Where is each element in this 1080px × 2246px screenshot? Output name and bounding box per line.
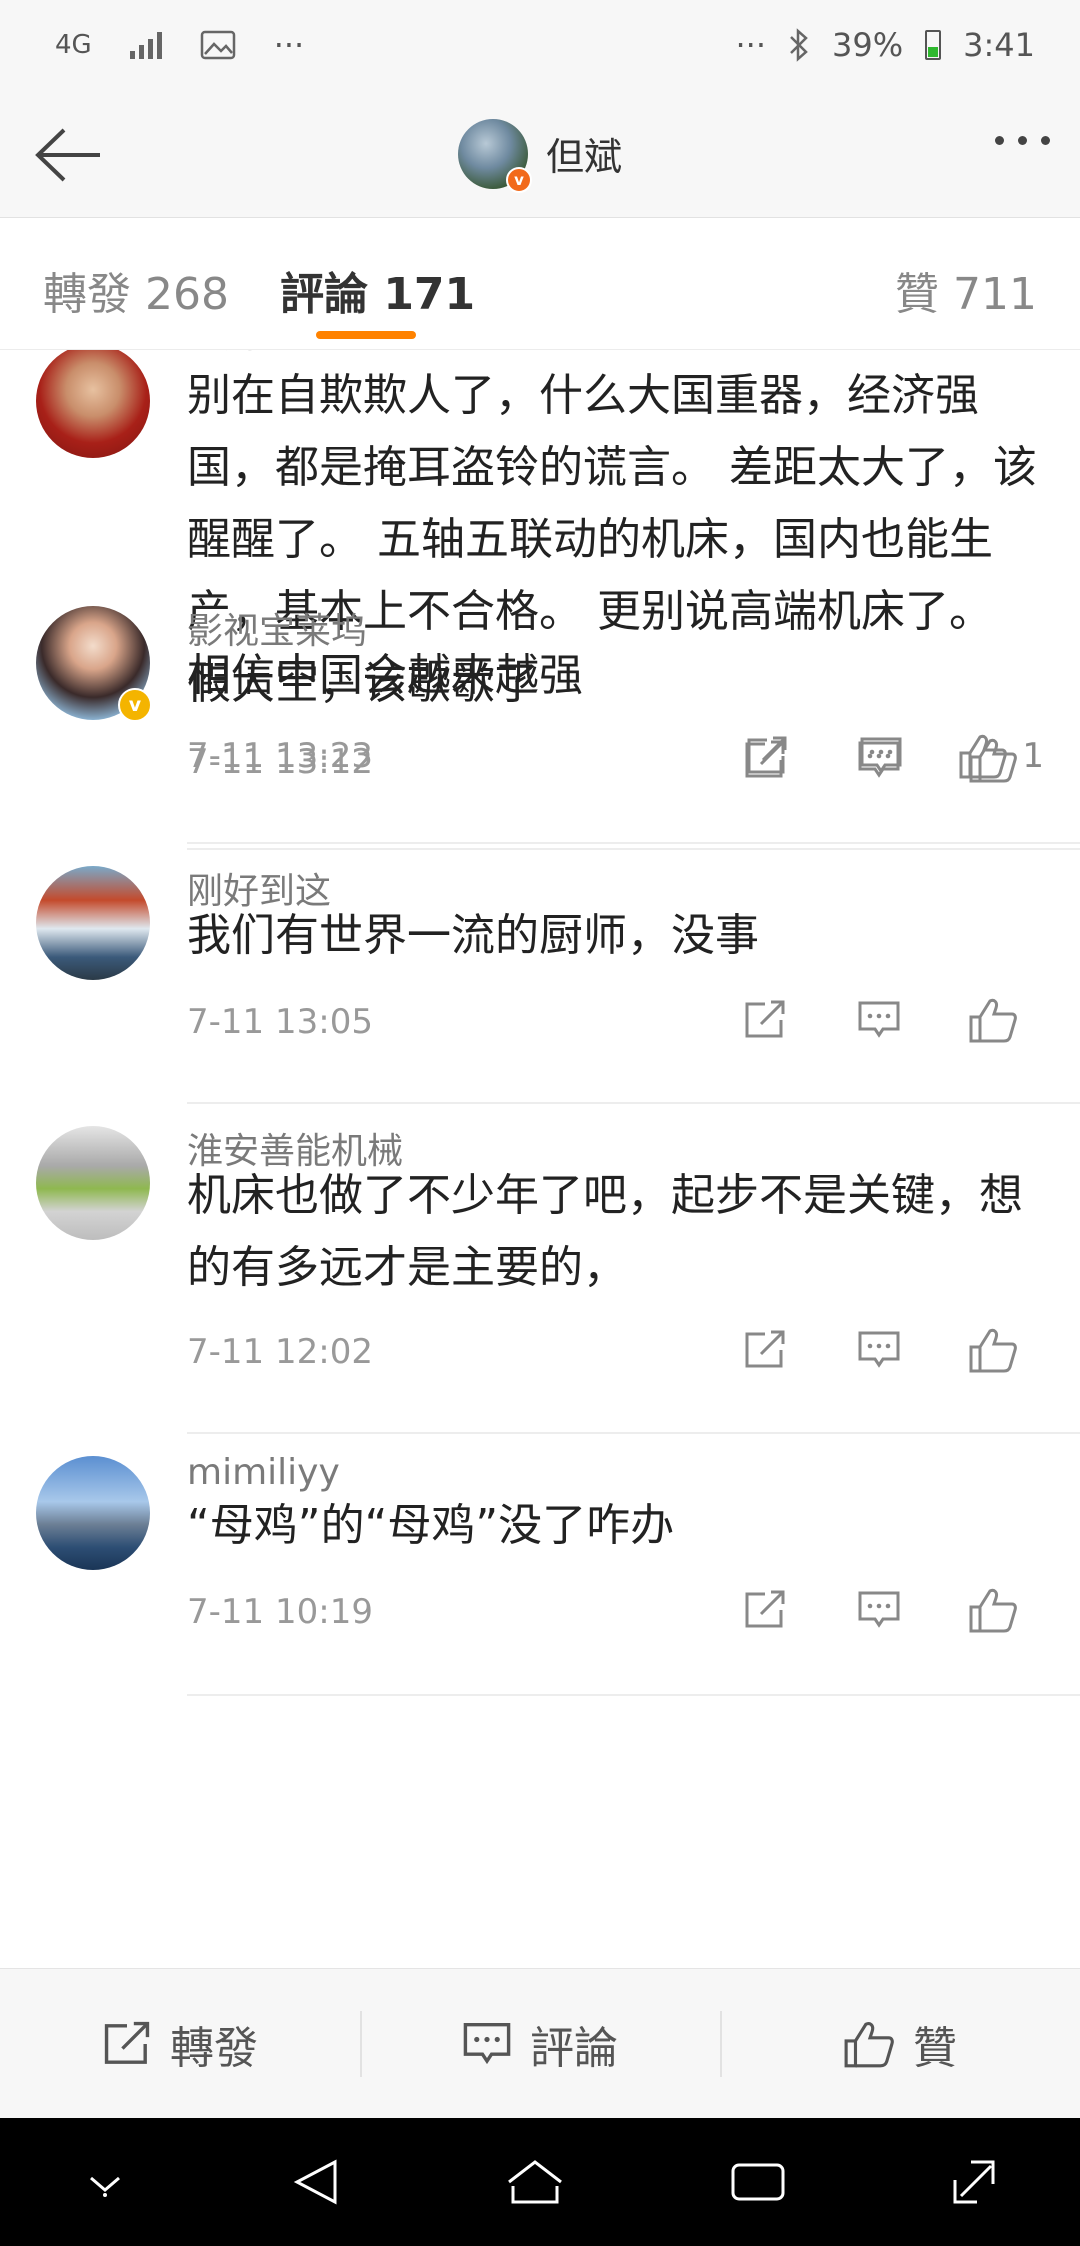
thumbs-up-icon: [844, 2021, 894, 2067]
like-button[interactable]: [936, 1580, 1050, 1640]
comment-text: 相信中国会越来越强: [187, 650, 583, 701]
thumbs-up-icon: [969, 1588, 1017, 1633]
active-tab-indicator: [316, 331, 416, 339]
nav-bar: v 但斌: [0, 90, 1080, 218]
comment-button[interactable]: 評論: [360, 1969, 720, 2118]
comment-text: 机床也做了不少年了吧，起步不是关键，想的有多远才是主要的，: [187, 1170, 1023, 1293]
like-button[interactable]: [936, 730, 1050, 790]
home-icon[interactable]: [503, 2156, 567, 2208]
page-title: 但斌: [545, 135, 622, 179]
status-bar: 4G ··· ··· 39% 3:41: [0, 0, 1080, 90]
comment-icon: [858, 1591, 900, 1628]
tab-like[interactable]: 贊 711: [895, 258, 1037, 322]
recent-apps-icon[interactable]: [729, 2159, 787, 2205]
back-icon[interactable]: [291, 2156, 341, 2208]
back-arrow-icon: [35, 128, 100, 182]
avatar[interactable]: v: [36, 606, 152, 722]
more-status-indicator: ···: [735, 26, 767, 64]
comment-actions: [708, 990, 1050, 1050]
list-item: 淮安善能机械 机床也做了不少年了吧，起步不是关键，想的有多远才是主要的， 7-1…: [0, 1104, 1080, 1434]
comment-time: 7-11 12:02: [187, 1332, 373, 1372]
more-options-button[interactable]: [995, 136, 1050, 145]
share-icon: [745, 1590, 785, 1628]
comment-icon: [858, 1331, 900, 1368]
nav-profile[interactable]: v 但斌: [457, 118, 622, 193]
comment-actions: [708, 1320, 1050, 1380]
comment-text: 我们有世界一流的厨师，没事: [187, 910, 759, 961]
comment-icon: [858, 1001, 900, 1038]
repost-button[interactable]: 轉發: [0, 1969, 360, 2118]
system-navigation-bar: [0, 2118, 1080, 2246]
image-notification-icon: [200, 30, 236, 60]
share-icon: [745, 740, 785, 778]
verified-badge-icon: v: [118, 688, 152, 722]
avatar[interactable]: [36, 350, 150, 458]
status-left: 4G ···: [55, 26, 304, 64]
share-icon: [745, 1000, 785, 1038]
avatar[interactable]: [36, 1126, 150, 1240]
network-indicator: 4G: [55, 30, 92, 60]
back-button[interactable]: [28, 120, 108, 190]
status-right: ··· 39% 3:41: [736, 26, 1036, 64]
reply-button[interactable]: [822, 990, 936, 1050]
reply-button[interactable]: [822, 1580, 936, 1640]
comment-label: 評論: [530, 2022, 618, 2074]
avatar[interactable]: [36, 1456, 150, 1570]
avatar[interactable]: v: [457, 118, 532, 193]
share-icon: [104, 2021, 150, 2064]
chevron-down-icon[interactable]: [81, 2164, 129, 2200]
comment-icon: [858, 741, 900, 778]
divider: [187, 1694, 1080, 1696]
comment-time: 7-11 13:12: [187, 742, 373, 782]
share-button[interactable]: [708, 730, 822, 790]
list-item: mimiliyy “母鸡”的“母鸡”没了咋办 7-11 10:19: [0, 1434, 1080, 1696]
clock: 3:41: [963, 26, 1035, 64]
tab-bar: 轉發 268 評論 171 贊 711: [0, 218, 1080, 350]
share-button[interactable]: [708, 1320, 822, 1380]
comment-time: 7-11 13:05: [187, 1002, 373, 1042]
comment-username[interactable]: mimiliyy: [187, 1452, 340, 1493]
like-button[interactable]: [936, 990, 1050, 1050]
reply-button[interactable]: [822, 730, 936, 790]
share-button[interactable]: [708, 1580, 822, 1640]
thumbs-up-icon: [969, 738, 1017, 783]
thumbs-up-icon: [969, 1328, 1017, 1373]
comment-username[interactable]: 老刘LLLmooo: [187, 350, 420, 358]
battery-icon: [925, 30, 942, 60]
fullscreen-icon[interactable]: [949, 2156, 999, 2208]
comment-actions: [708, 730, 1050, 790]
reply-button[interactable]: [822, 1320, 936, 1380]
comment-list[interactable]: 老刘LLLmooo 别在自欺欺人了，什么大国重器，经济强国，都是掩耳盗铃的谎言。…: [0, 350, 1080, 1968]
signal-icon: [129, 31, 162, 59]
more-notifications-indicator: ···: [273, 26, 305, 64]
avatar[interactable]: [36, 866, 150, 980]
comment-actions: [708, 1580, 1050, 1640]
verified-badge-icon: v: [505, 166, 532, 193]
bluetooth-icon: [788, 28, 810, 62]
list-item: 刚好到这 我们有世界一流的厨师，没事 7-11 13:05: [0, 844, 1080, 1104]
thumbs-up-icon: [969, 998, 1017, 1043]
like-label: 贊: [913, 2022, 957, 2074]
bottom-action-bar: 轉發 評論 贊: [0, 1968, 1080, 2118]
share-icon: [745, 1330, 785, 1368]
battery-percent: 39%: [832, 26, 904, 64]
repost-label: 轉發: [170, 2022, 258, 2074]
share-button[interactable]: [708, 990, 822, 1050]
comment-time: 7-11 10:19: [187, 1592, 373, 1632]
like-button[interactable]: 贊: [720, 1969, 1080, 2118]
list-item: v 影视宝莱坞 相信中国会越来越强 7-11 13:12: [0, 584, 1080, 844]
tab-repost[interactable]: 轉發 268: [43, 258, 229, 322]
comment-text: “母鸡”的“母鸡”没了咋办: [187, 1500, 675, 1551]
comment-icon: [463, 2022, 511, 2064]
like-button[interactable]: [936, 1320, 1050, 1380]
